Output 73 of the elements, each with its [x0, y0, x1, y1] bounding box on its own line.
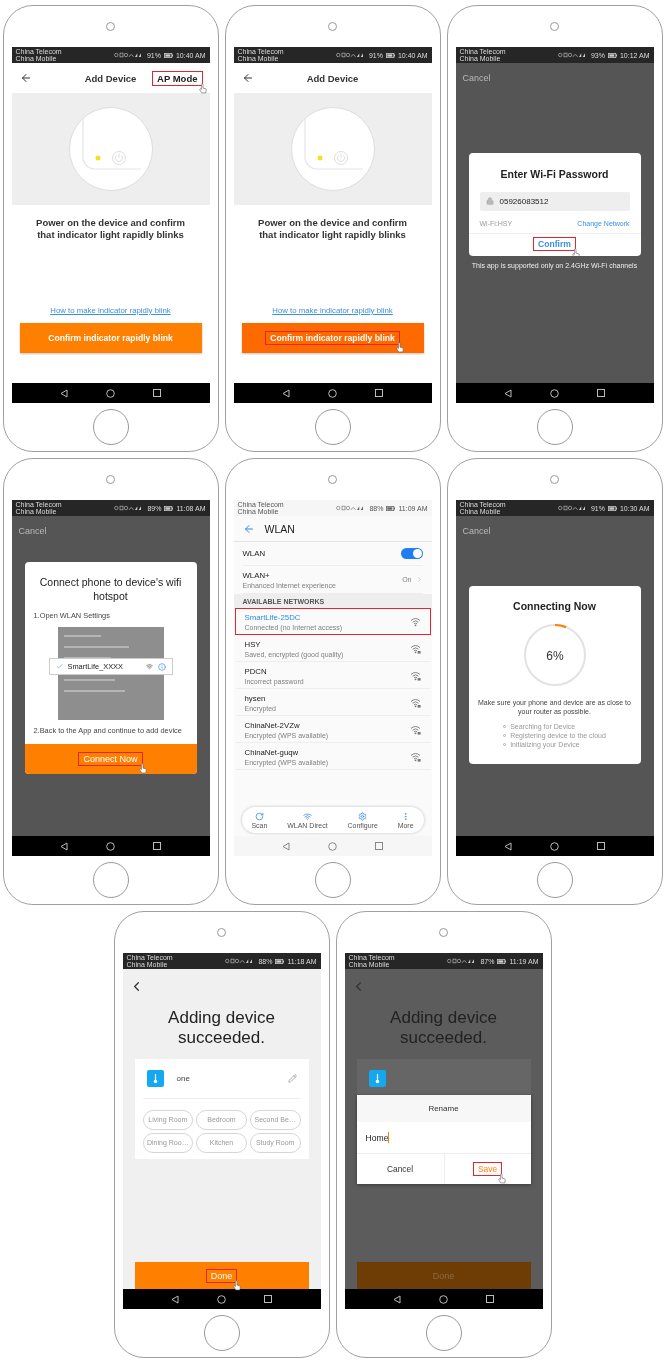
info-icon — [157, 662, 166, 671]
square-icon[interactable] — [485, 1295, 494, 1303]
chevron-right-icon — [415, 576, 423, 583]
confirm-button[interactable]: Confirm — [534, 238, 575, 249]
dialog-title: Enter Wi-Fi Password — [500, 167, 609, 182]
check-icon — [55, 663, 63, 671]
battery-icon — [386, 505, 396, 511]
save-button[interactable]: Save — [443, 1154, 531, 1184]
password-field[interactable]: 05926083512 — [479, 191, 630, 211]
dialog-title: Connect phone to device's wifi hotspot — [38, 575, 183, 604]
cancel-button[interactable]: Cancel — [11, 516, 54, 536]
wifi-icon — [145, 663, 153, 671]
back-arrow-icon[interactable] — [241, 72, 254, 84]
back-triangle-icon[interactable] — [282, 388, 291, 398]
lock-icon — [485, 197, 494, 206]
battery-icon — [607, 52, 617, 58]
connect-now-button[interactable]: Connect Now — [24, 744, 197, 775]
status-icons-drawing — [557, 52, 588, 58]
hand-cursor-icon — [138, 763, 147, 775]
square-icon[interactable] — [374, 389, 383, 397]
dialog-title: Rename — [428, 1104, 459, 1113]
thermometer-icon — [146, 1069, 164, 1087]
device-name: one — [176, 1073, 190, 1083]
home-circle-icon[interactable] — [106, 841, 115, 851]
back-triangle-icon[interactable] — [504, 841, 513, 851]
status-icons-drawing — [335, 52, 366, 58]
home-circle-icon[interactable] — [439, 1294, 448, 1304]
back-triangle-icon[interactable] — [60, 388, 69, 398]
hand-cursor-icon — [233, 1279, 242, 1291]
square-icon[interactable] — [263, 1295, 272, 1303]
back-arrow-icon[interactable] — [19, 72, 32, 84]
battery-icon — [163, 52, 173, 58]
square-icon[interactable] — [596, 389, 605, 397]
home-circle-icon[interactable] — [217, 1294, 226, 1304]
success-title: Adding device succeeded. — [389, 1007, 498, 1050]
dialog-title: Connecting Now — [513, 599, 596, 614]
circular-arrow-icon — [254, 811, 264, 821]
cancel-button[interactable]: Cancel — [455, 516, 498, 536]
battery-icon — [275, 958, 285, 964]
settings-icon — [358, 811, 368, 821]
progress-ring: 6% — [521, 621, 588, 688]
home-circle-icon[interactable] — [328, 388, 337, 398]
square-icon[interactable] — [152, 389, 161, 397]
hand-cursor-icon — [395, 342, 404, 353]
back-triangle-icon[interactable] — [171, 1294, 180, 1304]
wlan-toggle[interactable] — [400, 548, 423, 559]
battery-icon — [164, 505, 174, 511]
screen-title: Add Device — [84, 72, 137, 84]
thermometer-icon — [368, 1069, 386, 1087]
done-button[interactable]: Done — [134, 1262, 309, 1289]
battery-icon — [385, 52, 395, 58]
screen-title: WLAN — [264, 522, 295, 535]
confirm-button[interactable]: Confirm indicator rapidly blink — [241, 323, 424, 353]
square-icon[interactable] — [596, 842, 605, 850]
cancel-button[interactable]: Cancel — [356, 1154, 444, 1184]
wifi-icon — [302, 811, 312, 821]
home-circle-icon[interactable] — [550, 388, 559, 398]
back-triangle-icon[interactable] — [504, 388, 513, 398]
status-icons-drawing — [557, 505, 588, 511]
battery-icon — [497, 958, 507, 964]
home-circle-icon[interactable] — [106, 388, 115, 398]
status-icons-drawing — [113, 52, 144, 58]
battery-icon — [607, 505, 617, 511]
home-circle-icon[interactable] — [550, 841, 559, 851]
name-input[interactable]: Home — [356, 1122, 531, 1154]
success-title: Adding device succeeded. — [167, 1007, 276, 1050]
confirm-button[interactable]: Confirm indicator rapidly blink — [19, 323, 202, 353]
cancel-button[interactable]: Cancel — [455, 63, 498, 83]
ap-mode-button[interactable]: AP Mode — [153, 72, 202, 84]
square-icon[interactable] — [152, 842, 161, 850]
back-triangle-icon[interactable] — [60, 841, 69, 851]
screen-title: Add Device — [306, 72, 359, 84]
back-triangle-icon[interactable] — [393, 1294, 402, 1304]
